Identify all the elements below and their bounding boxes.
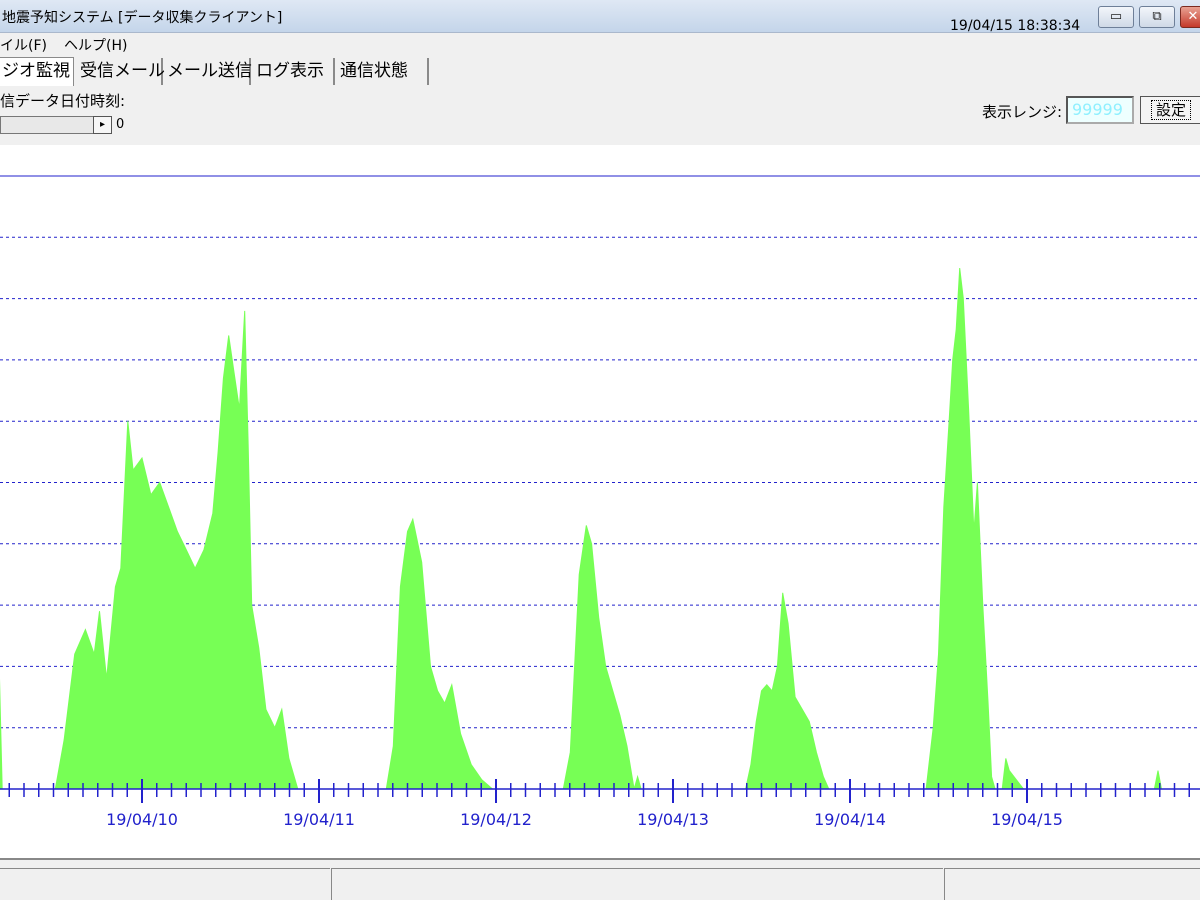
data-area-series [0, 267, 1163, 790]
status-bar [0, 858, 1200, 900]
tab-geo-monitor[interactable]: ジオ監視 [0, 57, 74, 86]
menu-file[interactable]: イル(F) [0, 35, 47, 55]
close-button[interactable]: ✕ [1180, 6, 1200, 28]
status-timestamp: 19/04/15 18:38:34 [950, 18, 1081, 34]
x-tick-label: 19/04/14 [814, 810, 886, 829]
geo-chart: 19/04/09 19/04/10 19/04/11 19/04/12 19/04/13… [0, 145, 1200, 858]
minimize-button[interactable]: ▭ [1098, 6, 1134, 28]
tab-log-view[interactable]: ログ表示 [253, 58, 335, 85]
chart-svg: 19/04/09 19/04/10 19/04/11 19/04/12 19/04/13… [0, 175, 1200, 829]
maximize-button[interactable]: ⧉ [1139, 6, 1175, 28]
x-tick-label: 19/04/09 [0, 810, 1, 829]
set-button[interactable]: 設定 [1140, 96, 1200, 124]
set-button-label: 設定 [1150, 100, 1191, 120]
status-panel-1 [0, 868, 330, 900]
tab-send-mail[interactable]: メール送信 [164, 58, 252, 85]
x-tick-label: 19/04/15 [991, 810, 1063, 829]
slider-value: 0 [116, 117, 125, 132]
tab-received-mail[interactable]: 受信メール [77, 58, 165, 85]
slider-right-arrow-icon[interactable]: ▸ [93, 116, 112, 134]
status-panel-3 [944, 868, 1200, 900]
date-time-label: 信データ日付時刻: [0, 92, 126, 110]
window-title: 地震予知システム [データ収集クライアント] [2, 10, 283, 26]
x-tick-label: 19/04/10 [106, 810, 178, 829]
display-range-input[interactable]: 99999 [1066, 96, 1134, 124]
menu-help[interactable]: ヘルプ(H) [64, 35, 127, 55]
x-tick-label: 19/04/11 [283, 810, 355, 829]
status-panel-2 [331, 868, 943, 900]
tab-comm-status[interactable]: 通信状態 [337, 58, 429, 85]
menu-bar: イル(F) ヘルプ(H) [0, 33, 1200, 55]
display-range-label: 表示レンジ: [982, 103, 1063, 121]
x-tick-label: 19/04/12 [460, 810, 532, 829]
x-tick-label: 19/04/13 [637, 810, 709, 829]
